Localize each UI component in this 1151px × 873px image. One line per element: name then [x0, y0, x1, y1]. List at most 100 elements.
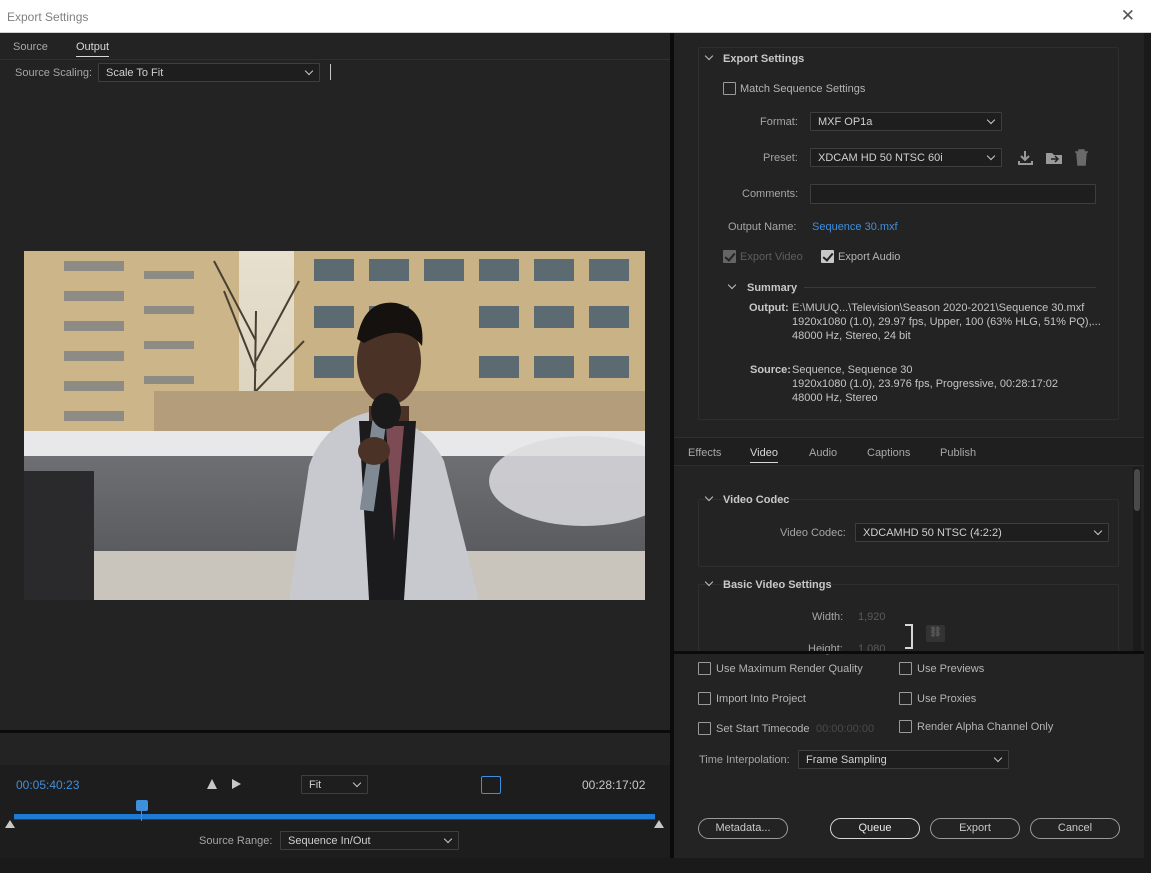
save-preset-icon[interactable] — [1017, 150, 1034, 165]
tab-captions[interactable]: Captions — [867, 447, 910, 459]
dimension-bracket — [905, 624, 913, 649]
render-alpha-checkbox[interactable] — [899, 720, 912, 733]
source-scaling-label: Source Scaling: — [15, 67, 93, 79]
bottom-strip — [0, 858, 1151, 873]
use-previews-checkbox[interactable] — [899, 662, 912, 675]
chevron-down-icon — [443, 834, 453, 844]
video-codec-label: Video Codec: — [780, 527, 846, 539]
use-previews-label: Use Previews — [917, 663, 985, 675]
comments-field[interactable] — [810, 184, 1096, 204]
tab-output[interactable]: Output — [76, 41, 110, 57]
tab-effects[interactable]: Effects — [688, 447, 721, 459]
playhead-line — [141, 811, 142, 821]
summary-divider — [804, 287, 1096, 288]
in-point-marker-icon[interactable] — [5, 820, 15, 828]
export-video-label: Export Video — [740, 251, 803, 263]
comments-label: Comments: — [742, 188, 799, 200]
render-alpha-label: Render Alpha Channel Only — [917, 721, 1054, 733]
source-range-label: Source Range: — [199, 835, 273, 847]
chevron-down-icon — [993, 753, 1003, 763]
window-title: Export Settings — [7, 10, 89, 24]
source-range-dropdown[interactable]: Sequence In/Out — [280, 831, 459, 850]
playhead-handle[interactable] — [136, 800, 148, 811]
import-preset-icon[interactable] — [1045, 150, 1063, 165]
preview-panel: Source Output Source Scaling: Scale To F… — [0, 33, 670, 858]
summary-source-label: Source: — [750, 364, 791, 376]
video-preview — [24, 251, 645, 600]
metadata-button[interactable]: Metadata... — [698, 818, 788, 839]
max-render-checkbox[interactable] — [698, 662, 711, 675]
summary-output-line-1: E:\MUUQ...\Television\Season 2020-2021\S… — [792, 302, 1085, 314]
export-audio-checkbox[interactable] — [821, 250, 834, 263]
chevron-down-icon — [986, 115, 996, 125]
match-sequence-checkbox[interactable] — [723, 82, 736, 95]
tab-source[interactable]: Source — [13, 41, 48, 53]
export-settings-heading: Export Settings — [723, 53, 805, 65]
tab-audio[interactable]: Audio — [809, 447, 837, 459]
queue-button[interactable]: Queue — [830, 818, 920, 839]
time-interpolation-value: Frame Sampling — [806, 754, 887, 766]
delete-preset-icon[interactable] — [1074, 149, 1089, 166]
time-interpolation-label: Time Interpolation: — [699, 754, 790, 766]
close-icon[interactable]: ✕ — [1121, 6, 1135, 26]
source-range-value: Sequence In/Out — [288, 835, 371, 847]
scrollbar-thumb[interactable] — [1134, 469, 1140, 511]
zoom-dropdown[interactable]: Fit — [301, 775, 368, 794]
video-codec-dropdown[interactable]: XDCAMHD 50 NTSC (4:2:2) — [855, 523, 1109, 542]
aspect-ratio-correction-icon[interactable] — [481, 776, 501, 794]
summary-heading: Summary — [747, 282, 798, 294]
export-video-checkbox[interactable] — [723, 250, 736, 263]
start-timecode-label: Set Start Timecode — [716, 723, 810, 735]
preset-value: XDCAM HD 50 NTSC 60i — [818, 152, 943, 164]
timeline-divider — [0, 730, 670, 733]
use-proxies-label: Use Proxies — [917, 693, 977, 705]
summary-source-line-2: 1920x1080 (1.0), 23.976 fps, Progressive… — [792, 378, 1059, 390]
duration-timecode: 00:28:17:02 — [582, 778, 646, 792]
tab-divider — [0, 59, 670, 60]
summary-source-line-1: Sequence, Sequence 30 — [792, 364, 913, 376]
output-name-label: Output Name: — [728, 221, 797, 233]
import-project-label: Import Into Project — [716, 693, 806, 705]
start-timecode-checkbox[interactable] — [698, 722, 711, 735]
text-cursor — [330, 64, 331, 80]
import-project-checkbox[interactable] — [698, 692, 711, 705]
chevron-down-icon — [986, 151, 996, 161]
preset-label: Preset: — [763, 152, 798, 164]
export-button[interactable]: Export — [930, 818, 1020, 839]
source-scaling-dropdown[interactable]: Scale To Fit — [98, 63, 320, 82]
format-dropdown[interactable]: MXF OP1a — [810, 112, 1002, 131]
use-proxies-checkbox[interactable] — [899, 692, 912, 705]
summary-output-line-2: 1920x1080 (1.0), 29.97 fps, Upper, 100 (… — [792, 316, 1101, 328]
export-audio-label: Export Audio — [838, 251, 901, 263]
current-timecode[interactable]: 00:05:40:23 — [16, 778, 79, 792]
chevron-down-icon — [304, 66, 314, 76]
basic-video-heading: Basic Video Settings — [723, 579, 832, 591]
tab-video[interactable]: Video — [750, 447, 778, 463]
chevron-down-icon — [352, 778, 362, 788]
start-timecode-value[interactable]: 00:00:00:00 — [816, 723, 874, 735]
window-edge — [1144, 33, 1151, 858]
width-label: Width: — [812, 611, 844, 623]
source-scaling-value: Scale To Fit — [106, 67, 164, 79]
out-point-marker-icon[interactable] — [654, 820, 664, 828]
preset-dropdown[interactable]: XDCAM HD 50 NTSC 60i — [810, 148, 1002, 167]
tab-publish[interactable]: Publish — [940, 447, 976, 459]
summary-output-label: Output: — [749, 302, 789, 314]
title-bar: Export Settings ✕ — [0, 0, 1151, 33]
summary-output-line-3: 48000 Hz, Stereo, 24 bit — [792, 330, 911, 342]
cancel-button[interactable]: Cancel — [1030, 818, 1120, 839]
video-codec-value: XDCAMHD 50 NTSC (4:2:2) — [863, 527, 1002, 539]
link-icon[interactable]: ⛓ — [926, 625, 945, 642]
time-interpolation-dropdown[interactable]: Frame Sampling — [798, 750, 1009, 769]
zoom-value: Fit — [309, 779, 322, 791]
export-settings-panel: Export Settings Match Sequence Settings … — [674, 33, 1144, 858]
chevron-down-icon — [1093, 526, 1103, 536]
video-codec-heading: Video Codec — [723, 494, 790, 506]
width-value[interactable]: 1,920 — [858, 611, 886, 623]
set-in-point-icon[interactable] — [207, 779, 217, 789]
match-sequence-label: Match Sequence Settings — [740, 83, 866, 95]
max-render-label: Use Maximum Render Quality — [716, 663, 863, 675]
set-out-point-icon[interactable] — [232, 779, 241, 789]
video-frame-image — [24, 251, 645, 600]
output-name-link[interactable]: Sequence 30.mxf — [812, 221, 898, 233]
